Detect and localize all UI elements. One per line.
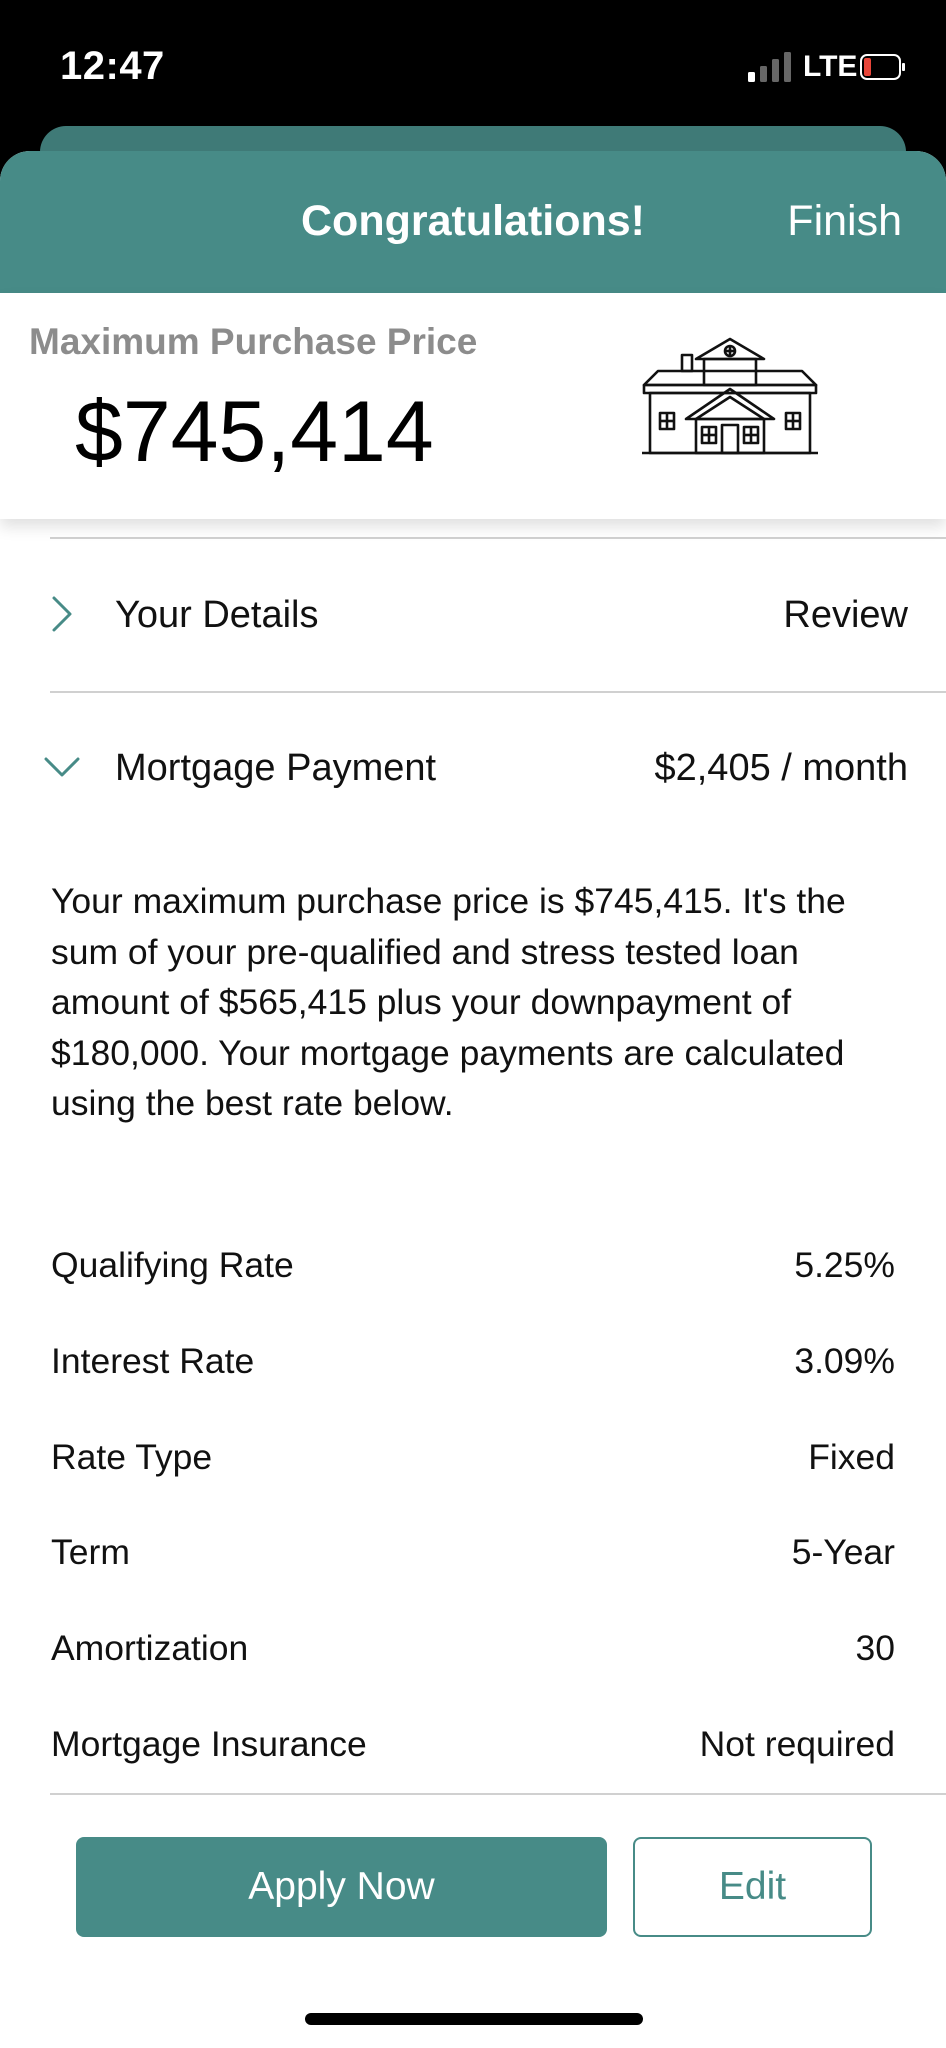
- rate-label: Term: [51, 1532, 130, 1572]
- signal-icon: [748, 52, 791, 82]
- rate-value: 30: [855, 1628, 896, 1668]
- rate-value: Not required: [699, 1724, 895, 1764]
- details-title: Your Details: [115, 594, 319, 636]
- edit-button[interactable]: Edit: [633, 1837, 872, 1937]
- rate-value: 5-Year: [791, 1532, 895, 1572]
- mortgage-title: Mortgage Payment: [115, 747, 437, 789]
- max-price-value: $745,414: [75, 384, 434, 480]
- rate-row: Mortgage Insurance Not required: [51, 1724, 895, 1774]
- battery-icon: [860, 54, 905, 80]
- status-bar: 12:47 LTE: [0, 0, 946, 140]
- rate-label: Qualifying Rate: [51, 1245, 294, 1285]
- mortgage-section-header[interactable]: Mortgage Payment $2,405 / month: [0, 729, 946, 809]
- rate-row: Qualifying Rate 5.25%: [51, 1245, 895, 1295]
- home-indicator[interactable]: [305, 2013, 643, 2025]
- rate-row: Interest Rate 3.09%: [51, 1341, 895, 1391]
- rate-label: Rate Type: [51, 1437, 213, 1477]
- divider: [50, 691, 946, 693]
- divider: [50, 1793, 946, 1795]
- network-type: LTE: [803, 50, 858, 83]
- results-sheet: Congratulations! Finish Maximum Purchase…: [0, 151, 946, 2048]
- chevron-right-icon: [52, 596, 72, 632]
- rate-label: Amortization: [51, 1628, 249, 1668]
- rate-value: 3.09%: [794, 1341, 895, 1381]
- mortgage-description: Your maximum purchase price is $745,415.…: [51, 881, 846, 1123]
- rate-row: Term 5-Year: [51, 1532, 895, 1582]
- rate-row: Rate Type Fixed: [51, 1437, 895, 1487]
- purchase-price-card: Maximum Purchase Price $745,414: [0, 293, 946, 519]
- details-section-header[interactable]: Your Details Review: [0, 576, 946, 656]
- apply-now-button[interactable]: Apply Now: [76, 1837, 607, 1937]
- rate-label: Interest Rate: [51, 1341, 255, 1381]
- header-bar: Congratulations! Finish: [0, 151, 946, 293]
- house-icon: [642, 337, 818, 455]
- monthly-payment: $2,405 / month: [654, 747, 908, 789]
- rate-value: 5.25%: [794, 1245, 895, 1285]
- finish-button[interactable]: Finish: [787, 197, 902, 246]
- divider: [50, 537, 946, 539]
- status-time: 12:47: [60, 44, 165, 88]
- rate-value: Fixed: [808, 1437, 895, 1477]
- max-price-label: Maximum Purchase Price: [29, 321, 478, 362]
- chevron-down-icon: [44, 757, 80, 777]
- review-link[interactable]: Review: [783, 594, 908, 637]
- rate-label: Mortgage Insurance: [51, 1724, 367, 1764]
- rate-row: Amortization 30: [51, 1628, 895, 1678]
